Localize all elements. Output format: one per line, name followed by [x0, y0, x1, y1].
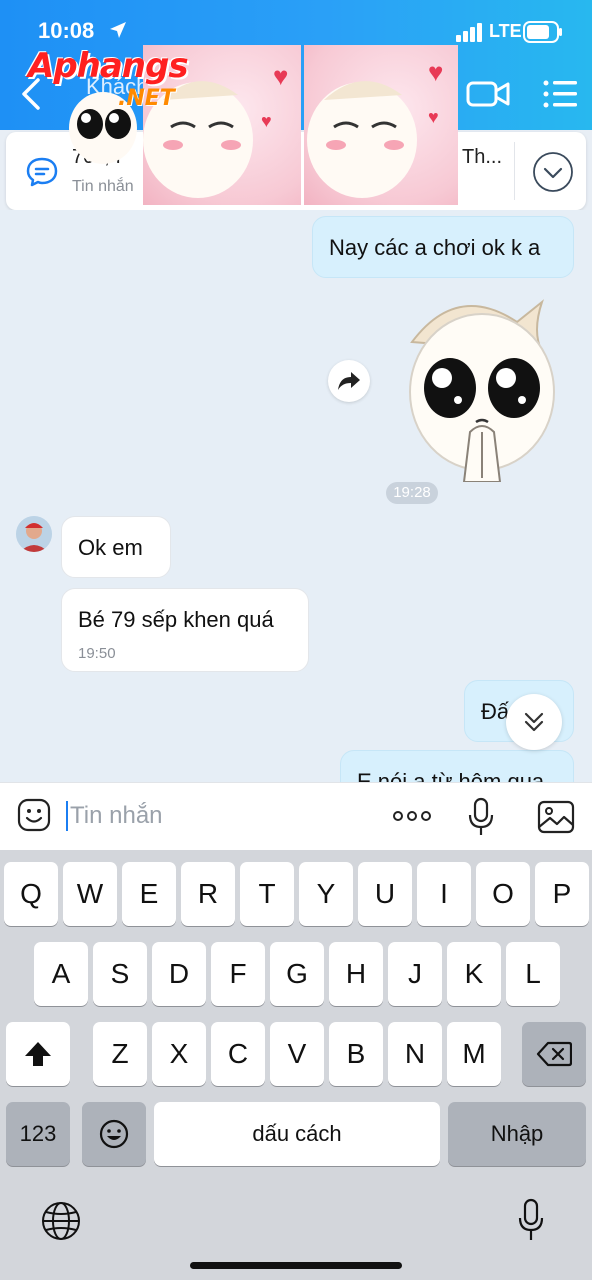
- key-c[interactable]: C: [211, 1022, 265, 1086]
- scroll-to-bottom-button[interactable]: [506, 694, 562, 750]
- chat-bubble-icon: [26, 157, 58, 187]
- backspace-icon: [536, 1041, 572, 1067]
- message-text: Ok em: [78, 535, 143, 560]
- key-f[interactable]: F: [211, 942, 265, 1006]
- enter-key[interactable]: Nhập: [448, 1102, 586, 1166]
- message-timestamp: 19:28: [386, 482, 438, 504]
- microphone-icon[interactable]: [466, 797, 496, 837]
- emoji-icon: [99, 1119, 129, 1149]
- key-j[interactable]: J: [388, 942, 442, 1006]
- avatar[interactable]: [16, 516, 52, 552]
- key-p[interactable]: P: [535, 862, 589, 926]
- key-l[interactable]: L: [506, 942, 560, 1006]
- avatar-image: [16, 516, 52, 552]
- svg-text:♥: ♥: [428, 107, 439, 127]
- message-text: Nay các a chơi ok k a: [329, 235, 541, 260]
- chat-area[interactable]: Nay các a chơi ok k a 19:28 Ok em Bé 79 …: [0, 210, 592, 782]
- message-input-bar: [0, 782, 592, 850]
- image-gallery-icon[interactable]: [536, 799, 576, 835]
- network-type: LTE: [489, 21, 522, 41]
- key-z[interactable]: Z: [93, 1022, 147, 1086]
- numbers-key[interactable]: 123: [6, 1102, 70, 1166]
- message-text: E nói a từ hôm qua: [357, 769, 545, 782]
- space-key[interactable]: dấu cách: [154, 1102, 440, 1166]
- sticker-emoji-icon[interactable]: [16, 797, 52, 833]
- shift-icon: [25, 1042, 51, 1066]
- menu-list-icon[interactable]: [542, 78, 578, 110]
- share-forward-icon[interactable]: [328, 360, 370, 402]
- message-text: Đấ: [481, 699, 510, 724]
- sticker-message[interactable]: [402, 292, 562, 482]
- location-arrow-icon: [110, 22, 126, 38]
- message-timestamp: 19:50: [78, 645, 116, 662]
- message-input[interactable]: [70, 799, 370, 833]
- sticker-image: ♥♥: [307, 57, 443, 198]
- video-call-icon[interactable]: [466, 78, 510, 110]
- message-text: Bé 79 sếp khen quá: [78, 607, 274, 632]
- key-t[interactable]: T: [240, 862, 294, 926]
- outgoing-message[interactable]: Nay các a chơi ok k a: [312, 216, 574, 278]
- key-a[interactable]: A: [34, 942, 88, 1006]
- key-q[interactable]: Q: [4, 862, 58, 926]
- key-g[interactable]: G: [270, 942, 324, 1006]
- dictation-microphone-icon[interactable]: [516, 1198, 546, 1242]
- keyboard: Q W E R T Y U I O P A S D F G H J K L Z …: [0, 850, 592, 1280]
- key-i[interactable]: I: [417, 862, 471, 926]
- key-x[interactable]: X: [152, 1022, 206, 1086]
- key-u[interactable]: U: [358, 862, 412, 926]
- key-m[interactable]: M: [447, 1022, 501, 1086]
- key-v[interactable]: V: [270, 1022, 324, 1086]
- key-w[interactable]: W: [63, 862, 117, 926]
- key-b[interactable]: B: [329, 1022, 383, 1086]
- globe-icon[interactable]: [40, 1200, 82, 1242]
- watermark-logo: Aphangs: [28, 46, 189, 86]
- key-s[interactable]: S: [93, 942, 147, 1006]
- key-y[interactable]: Y: [299, 862, 353, 926]
- incoming-message[interactable]: Bé 79 sếp khen quá 19:50: [61, 588, 309, 672]
- text-cursor: [66, 801, 68, 831]
- status-time: 10:08: [38, 18, 95, 43]
- incoming-message[interactable]: Ok em: [61, 516, 171, 578]
- signal-icon: [456, 23, 482, 42]
- shift-key[interactable]: [6, 1022, 70, 1086]
- backspace-key[interactable]: [522, 1022, 586, 1086]
- watermark-sticker-panel: ♥ ♥: [304, 45, 458, 205]
- svg-text:♥: ♥: [428, 57, 443, 87]
- pinned-subtitle: Tin nhắn: [72, 178, 134, 195]
- chevron-down-icon[interactable]: [532, 151, 574, 193]
- emoji-key[interactable]: [82, 1102, 146, 1166]
- svg-text:♥: ♥: [261, 111, 272, 131]
- battery-icon: [523, 21, 562, 43]
- svg-text:♥: ♥: [273, 61, 288, 91]
- pinned-title-right: Th...: [462, 146, 503, 168]
- key-k[interactable]: K: [447, 942, 501, 1006]
- key-r[interactable]: R: [181, 862, 235, 926]
- key-e[interactable]: E: [122, 862, 176, 926]
- watermark-logo-suffix: .NET: [118, 86, 175, 111]
- key-h[interactable]: H: [329, 942, 383, 1006]
- divider: [514, 142, 515, 200]
- more-options-icon[interactable]: [390, 801, 434, 831]
- key-d[interactable]: D: [152, 942, 206, 1006]
- outgoing-message[interactable]: E nói a từ hôm qua: [340, 750, 574, 782]
- key-o[interactable]: O: [476, 862, 530, 926]
- key-n[interactable]: N: [388, 1022, 442, 1086]
- home-indicator[interactable]: [190, 1262, 402, 1269]
